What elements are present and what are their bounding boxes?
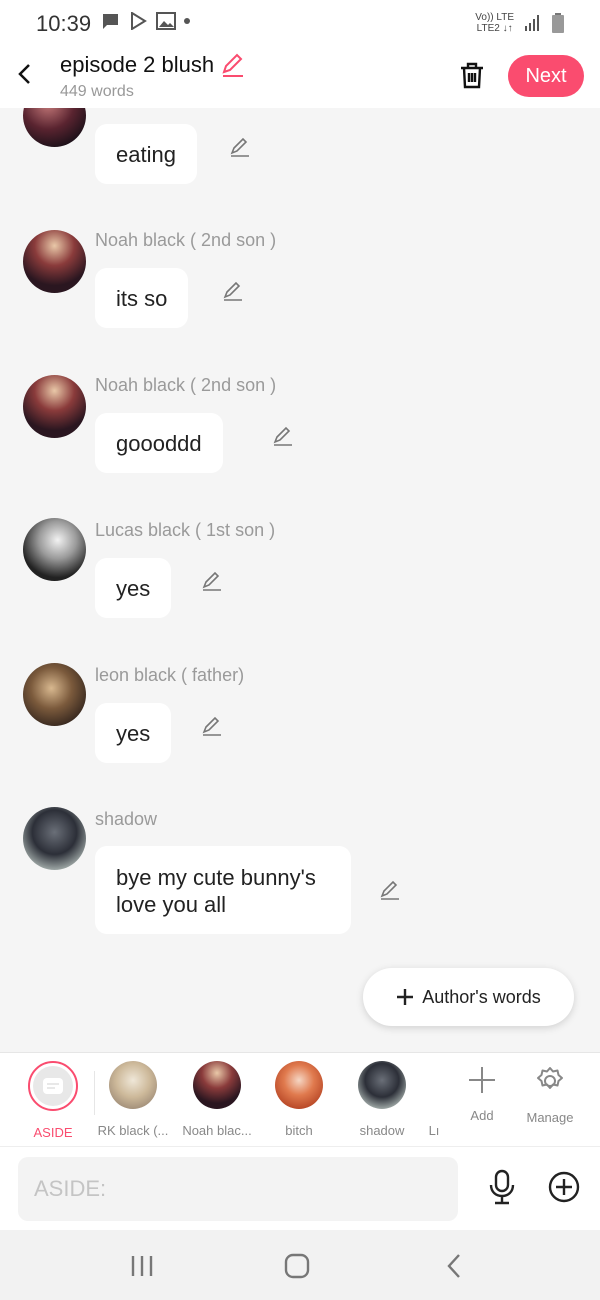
avatar[interactable] (23, 230, 86, 293)
avatar[interactable] (23, 807, 86, 870)
character-partial[interactable]: Lı (424, 1061, 444, 1138)
edit-message-icon[interactable] (200, 569, 224, 593)
network-type-top: Vo)) LTE (475, 12, 514, 23)
network-type-bottom: LTE2 ↓↑ (476, 23, 513, 34)
plus-icon (397, 989, 414, 1005)
aside-icon (43, 1078, 63, 1094)
sender-name: Noah black ( 2nd son ) (95, 375, 277, 395)
message-bubble[interactable]: yes (95, 558, 172, 618)
microphone-icon[interactable] (486, 1169, 518, 1205)
trash-icon[interactable] (458, 60, 486, 90)
message-bubble[interactable]: bye my cute bunny's love you all (95, 846, 351, 934)
character-bar: ASIDE RK black (... Noah blac... bitch s… (0, 1052, 600, 1146)
play-store-icon (131, 12, 147, 30)
character-label: shadow (359, 1123, 405, 1138)
character-label: RK black (... (97, 1123, 169, 1138)
edit-message-icon[interactable] (200, 714, 224, 738)
character-bitch[interactable]: bitch (259, 1061, 339, 1138)
status-time: 10:39 (36, 11, 92, 36)
character-label: bitch (285, 1123, 313, 1138)
plus-icon (469, 1067, 495, 1093)
manage-label: Manage (526, 1110, 574, 1125)
editor-header: episode 2 blush 449 words Next (0, 44, 600, 108)
episode-title[interactable]: episode 2 blush (60, 52, 246, 78)
message-icon (102, 14, 118, 29)
gear-icon (537, 1067, 563, 1089)
edit-title-icon[interactable] (220, 52, 246, 78)
chat-thread[interactable]: eating Noah black ( 2nd son ) its so Noa… (0, 108, 600, 1052)
back-icon[interactable] (440, 1252, 470, 1280)
add-character-button[interactable]: Add (452, 1065, 512, 1123)
input-bar (0, 1146, 600, 1230)
avatar (358, 1061, 406, 1109)
edit-message-icon[interactable] (378, 878, 402, 902)
edit-message-icon[interactable] (271, 424, 295, 448)
sender-name: Lucas black ( 1st son ) (95, 520, 276, 540)
add-label: Add (470, 1108, 494, 1123)
character-noah-black[interactable]: Noah blac... (177, 1061, 257, 1138)
episode-title-text: episode 2 blush (60, 52, 215, 77)
avatar[interactable] (23, 663, 86, 726)
character-aside[interactable]: ASIDE (13, 1061, 93, 1140)
message-bubble[interactable]: yes (95, 703, 172, 763)
avatar (275, 1061, 323, 1109)
chevron-left-icon (18, 64, 30, 84)
edit-message-icon[interactable] (228, 135, 252, 159)
character-label: Noah blac... (182, 1123, 252, 1138)
aside-avatar (28, 1061, 78, 1111)
gallery-icon (156, 12, 176, 30)
manage-characters-button[interactable]: Manage (520, 1065, 580, 1125)
character-shadow[interactable]: shadow (342, 1061, 422, 1138)
avatar (109, 1061, 157, 1109)
message-input[interactable] (18, 1157, 458, 1221)
character-label: ASIDE (33, 1125, 73, 1140)
edit-message-icon[interactable] (221, 279, 245, 303)
add-media-icon[interactable] (548, 1171, 580, 1203)
notification-dot-icon (184, 18, 190, 24)
authors-words-label: Author's words (422, 986, 541, 1007)
next-button[interactable]: Next (508, 55, 584, 97)
avatar[interactable] (23, 375, 86, 438)
battery-icon (552, 13, 564, 33)
home-icon[interactable] (282, 1252, 312, 1280)
back-button[interactable] (10, 58, 38, 90)
signal-icon (525, 15, 539, 31)
word-count: 449 words (60, 83, 134, 100)
status-bar: 10:39 Vo)) LTE LTE2 ↓↑ (0, 0, 600, 44)
sender-name: shadow (95, 809, 158, 829)
character-rk-black[interactable]: RK black (... (93, 1061, 173, 1138)
system-nav-bar (0, 1230, 600, 1300)
recent-apps-icon[interactable] (127, 1252, 157, 1280)
avatar[interactable] (23, 108, 86, 147)
message-bubble[interactable]: eating (95, 124, 197, 184)
authors-words-button[interactable]: Author's words (363, 968, 574, 1026)
sender-name: leon black ( father) (95, 665, 245, 685)
avatar[interactable] (23, 518, 86, 581)
character-label: Lı (428, 1123, 440, 1138)
sender-name: Noah black ( 2nd son ) (95, 230, 277, 250)
message-bubble[interactable]: its so (95, 268, 189, 328)
message-bubble[interactable]: goooddd (95, 413, 223, 473)
avatar (193, 1061, 241, 1109)
